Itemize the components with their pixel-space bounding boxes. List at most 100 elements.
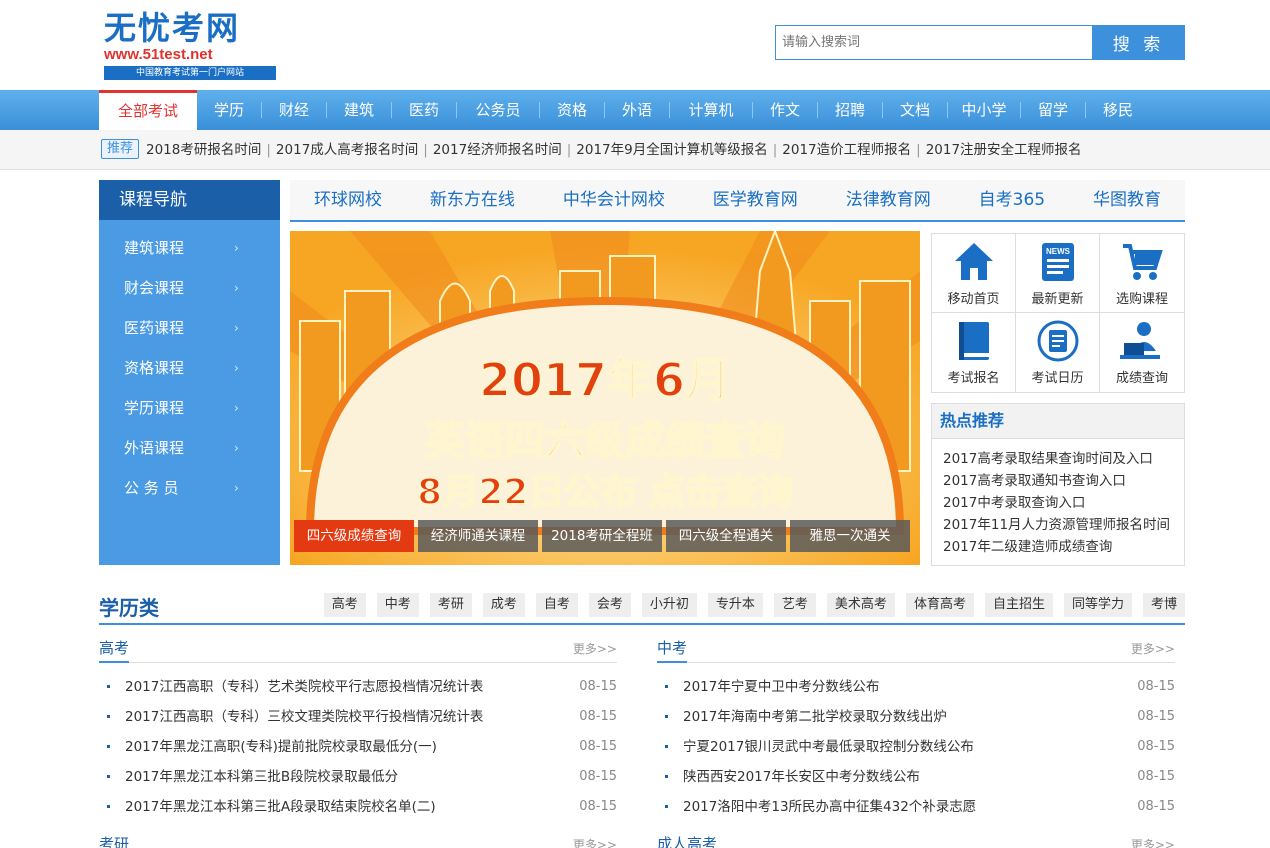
quick-link[interactable]: 移动首页 bbox=[932, 234, 1016, 313]
column-title[interactable]: 成人高考 bbox=[657, 832, 717, 848]
more-link[interactable]: 更多>> bbox=[573, 640, 617, 657]
article-row[interactable]: 2017年黑龙江本科第三批B段院校录取最低分 08-15 bbox=[99, 762, 617, 792]
banner-tab[interactable]: 雅思一次通关 bbox=[790, 520, 910, 552]
partner-tab[interactable]: 医学教育网 bbox=[689, 180, 822, 220]
sidebar-item[interactable]: 外语课程 › bbox=[99, 420, 280, 460]
promo-banner[interactable]: 2017年6月 英语四六级成绩查询 8月22日公布 点击查询 四六级成绩查询 经济… bbox=[290, 231, 920, 565]
nav-item-12[interactable]: 中小学 bbox=[948, 90, 1020, 130]
hot-item-link[interactable]: 2017中考录取查询入口 bbox=[943, 492, 1184, 514]
nav-item-6[interactable]: 资格 bbox=[540, 90, 604, 130]
quick-link[interactable]: 考试日历 bbox=[1016, 313, 1100, 392]
education-tag[interactable]: 中考 bbox=[376, 593, 419, 617]
search-button[interactable]: 搜 索 bbox=[1092, 25, 1185, 60]
article-title[interactable]: 2017年黑龙江高职(专科)提前批院校录取最低分(一) bbox=[125, 732, 437, 762]
education-tag[interactable]: 自考 bbox=[535, 593, 578, 617]
banner-line2: 英语四六级成绩查询 bbox=[425, 418, 785, 464]
nav-item-11[interactable]: 文档 bbox=[883, 90, 947, 130]
recommend-link[interactable]: 2018考研报名时间 bbox=[146, 130, 261, 170]
article-title[interactable]: 2017年黑龙江本科第三批B段院校录取最低分 bbox=[125, 762, 398, 792]
article-row[interactable]: 宁夏2017银川灵武中考最低录取控制分数线公布 08-15 bbox=[657, 732, 1175, 762]
sidebar-item[interactable]: 财会课程 › bbox=[99, 260, 280, 300]
article-title[interactable]: 2017年海南中考第二批学校录取分数线出炉 bbox=[683, 702, 947, 732]
article-title[interactable]: 2017年黑龙江本科第三批A段录取结束院校名单(二) bbox=[125, 792, 436, 822]
column-title[interactable]: 考研 bbox=[99, 832, 129, 848]
quick-link-label: 考试报名 bbox=[947, 371, 1000, 386]
nav-item-3[interactable]: 建筑 bbox=[327, 90, 391, 130]
education-tag[interactable]: 小升初 bbox=[641, 593, 697, 617]
article-title[interactable]: 2017年宁夏中卫中考分数线公布 bbox=[683, 672, 879, 702]
recommend-link[interactable]: 2017经济师报名时间 bbox=[433, 130, 562, 170]
article-title[interactable]: 宁夏2017银川灵武中考最低录取控制分数线公布 bbox=[683, 732, 974, 762]
hot-item-link[interactable]: 2017高考录取通知书查询入口 bbox=[943, 470, 1184, 492]
quick-link[interactable]: 考试报名 bbox=[932, 313, 1016, 392]
banner-tab[interactable]: 四六级全程通关 bbox=[666, 520, 786, 552]
article-date: 08-15 bbox=[1137, 769, 1175, 784]
quick-link[interactable]: 选购课程 bbox=[1100, 234, 1184, 313]
education-tag[interactable]: 高考 bbox=[323, 593, 366, 617]
partner-tab[interactable]: 新东方在线 bbox=[406, 180, 539, 220]
banner-tab[interactable]: 四六级成绩查询 bbox=[294, 520, 414, 552]
partner-tab[interactable]: 法律教育网 bbox=[822, 180, 955, 220]
recommend-link[interactable]: 2017成人高考报名时间 bbox=[276, 130, 418, 170]
partner-tab[interactable]: 华图教育 bbox=[1069, 180, 1185, 220]
education-tag[interactable]: 专升本 bbox=[707, 593, 763, 617]
education-tag[interactable]: 美术高考 bbox=[826, 593, 895, 617]
banner-tab[interactable]: 2018考研全程班 bbox=[542, 520, 662, 552]
recommend-link[interactable]: 2017注册安全工程师报名 bbox=[926, 130, 1082, 170]
hot-item-link[interactable]: 2017年11月人力资源管理师报名时间 bbox=[943, 514, 1184, 536]
article-row[interactable]: 2017洛阳中考13所民办高中征集432个补录志愿 08-15 bbox=[657, 792, 1175, 822]
education-tag[interactable]: 体育高考 bbox=[905, 593, 974, 617]
sidebar-item[interactable]: 资格课程 › bbox=[99, 340, 280, 380]
article-title[interactable]: 2017洛阳中考13所民办高中征集432个补录志愿 bbox=[683, 792, 976, 822]
education-tag[interactable]: 同等学力 bbox=[1063, 593, 1132, 617]
hot-item-link[interactable]: 2017年二级建造师成绩查询 bbox=[943, 536, 1184, 558]
education-tag[interactable]: 会考 bbox=[588, 593, 631, 617]
more-link[interactable]: 更多>> bbox=[1131, 836, 1175, 848]
more-link[interactable]: 更多>> bbox=[1131, 640, 1175, 657]
column-title[interactable]: 中考 bbox=[657, 636, 688, 663]
education-tag[interactable]: 考博 bbox=[1142, 593, 1185, 617]
nav-item-14[interactable]: 移民 bbox=[1086, 90, 1150, 130]
article-row[interactable]: 2017年黑龙江高职(专科)提前批院校录取最低分(一) 08-15 bbox=[99, 732, 617, 762]
article-title[interactable]: 陕西西安2017年长安区中考分数线公布 bbox=[683, 762, 920, 792]
column-title[interactable]: 高考 bbox=[99, 636, 130, 663]
quick-link[interactable]: NEWS 最新更新 bbox=[1016, 234, 1100, 313]
partner-tab[interactable]: 自考365 bbox=[955, 180, 1069, 220]
nav-item-8[interactable]: 计算机 bbox=[670, 90, 752, 130]
site-logo[interactable]: 无忧考网 www.51test.net 中国教育考试第一门户网站 bbox=[104, 10, 280, 82]
nav-item-5[interactable]: 公务员 bbox=[457, 90, 539, 130]
nav-item-0[interactable]: 全部考试 bbox=[99, 90, 197, 130]
recommend-link[interactable]: 2017年9月全国计算机等级报名 bbox=[576, 130, 767, 170]
education-tag[interactable]: 考研 bbox=[429, 593, 472, 617]
search-input[interactable] bbox=[775, 25, 1093, 60]
article-row[interactable]: 2017年海南中考第二批学校录取分数线出炉 08-15 bbox=[657, 702, 1175, 732]
partner-tab[interactable]: 中华会计网校 bbox=[539, 180, 689, 220]
quick-link[interactable]: 成绩查询 bbox=[1100, 313, 1184, 392]
nav-item-7[interactable]: 外语 bbox=[605, 90, 669, 130]
nav-item-2[interactable]: 财经 bbox=[262, 90, 326, 130]
article-row[interactable]: 2017年宁夏中卫中考分数线公布 08-15 bbox=[657, 672, 1175, 702]
sidebar-item[interactable]: 公 务 员 › bbox=[99, 460, 280, 500]
sidebar-item[interactable]: 建筑课程 › bbox=[99, 220, 280, 260]
more-link[interactable]: 更多>> bbox=[573, 836, 617, 848]
article-row[interactable]: 陕西西安2017年长安区中考分数线公布 08-15 bbox=[657, 762, 1175, 792]
partner-tab[interactable]: 环球网校 bbox=[290, 180, 406, 220]
nav-item-9[interactable]: 作文 bbox=[753, 90, 817, 130]
hot-item-link[interactable]: 2017高考录取结果查询时间及入口 bbox=[943, 448, 1184, 470]
nav-item-4[interactable]: 医药 bbox=[392, 90, 456, 130]
article-row[interactable]: 2017年黑龙江本科第三批A段录取结束院校名单(二) 08-15 bbox=[99, 792, 617, 822]
recommend-link[interactable]: 2017造价工程师报名 bbox=[782, 130, 911, 170]
education-tag[interactable]: 自主招生 bbox=[984, 593, 1053, 617]
sidebar-item[interactable]: 医药课程 › bbox=[99, 300, 280, 340]
education-tag[interactable]: 艺考 bbox=[773, 593, 816, 617]
banner-tab[interactable]: 经济师通关课程 bbox=[418, 520, 538, 552]
education-tag[interactable]: 成考 bbox=[482, 593, 525, 617]
sidebar-item[interactable]: 学历课程 › bbox=[99, 380, 280, 420]
nav-item-1[interactable]: 学历 bbox=[197, 90, 261, 130]
article-row[interactable]: 2017江西高职（专科）艺术类院校平行志愿投档情况统计表 08-15 bbox=[99, 672, 617, 702]
nav-item-13[interactable]: 留学 bbox=[1021, 90, 1085, 130]
article-title[interactable]: 2017江西高职（专科）三校文理类院校平行投档情况统计表 bbox=[125, 702, 483, 732]
nav-item-10[interactable]: 招聘 bbox=[818, 90, 882, 130]
article-title[interactable]: 2017江西高职（专科）艺术类院校平行志愿投档情况统计表 bbox=[125, 672, 483, 702]
article-row[interactable]: 2017江西高职（专科）三校文理类院校平行投档情况统计表 08-15 bbox=[99, 702, 617, 732]
